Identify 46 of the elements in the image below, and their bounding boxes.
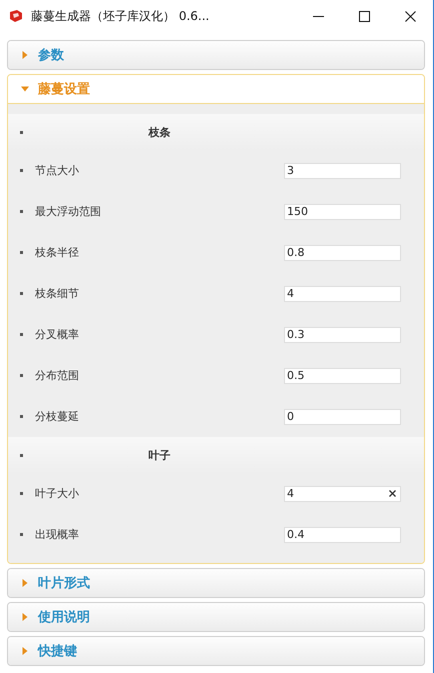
input-field[interactable]: 4 [284,486,401,502]
bullet-icon [20,454,23,456]
bullet-icon [20,251,23,254]
input-field[interactable]: 0 [284,408,401,424]
panel-title: 参数 [38,47,64,64]
caret-right-icon [21,613,29,621]
caret-right-icon [21,51,29,59]
input-field[interactable]: 4 [284,286,401,302]
caret-right-icon [21,579,29,587]
bullet-icon [20,533,23,536]
field-label: 出现概率 [35,527,80,542]
clear-icon[interactable] [389,490,396,497]
field-label: 分枝蔓延 [35,409,80,424]
input-field[interactable]: 3 [284,162,401,178]
bullet-icon [20,374,23,377]
input-field[interactable]: 150 [284,204,401,220]
panel-title: 叶片形式 [38,575,90,592]
maximize-icon[interactable] [358,10,370,22]
input-field[interactable]: 0.4 [284,526,401,542]
field-label: 枝条半径 [35,245,80,260]
input-field[interactable]: 0.3 [284,326,401,342]
app-icon [9,9,23,23]
window-title: 藤蔓生成器（坯子库汉化） 0.6... [31,8,210,24]
field-label: 分叉概率 [35,327,80,342]
section-heading: 叶子 [148,448,172,462]
field-label: 分布范围 [35,368,80,383]
panel-title: 使用说明 [38,609,90,626]
field-label: 枝条细节 [35,286,80,301]
field-label: 叶子大小 [35,486,80,501]
panel-title: 藤蔓设置 [38,81,90,98]
bullet-icon [20,130,23,134]
caret-right-icon [21,647,29,655]
bullet-icon [20,210,23,213]
field-label: 最大浮动范围 [35,204,102,219]
bullet-icon [20,169,23,172]
bullet-icon [20,492,23,495]
field-label: 节点大小 [35,163,80,178]
panel-title: 快捷键 [38,643,77,660]
input-field[interactable]: 0.5 [284,368,401,384]
bullet-icon [20,333,23,336]
input-field[interactable]: 0.8 [284,244,401,260]
bullet-icon [20,415,23,418]
caret-down-icon [21,85,29,93]
section-heading: 枝条 [147,124,172,140]
bullet-icon [20,292,23,295]
close-icon[interactable] [404,10,416,22]
